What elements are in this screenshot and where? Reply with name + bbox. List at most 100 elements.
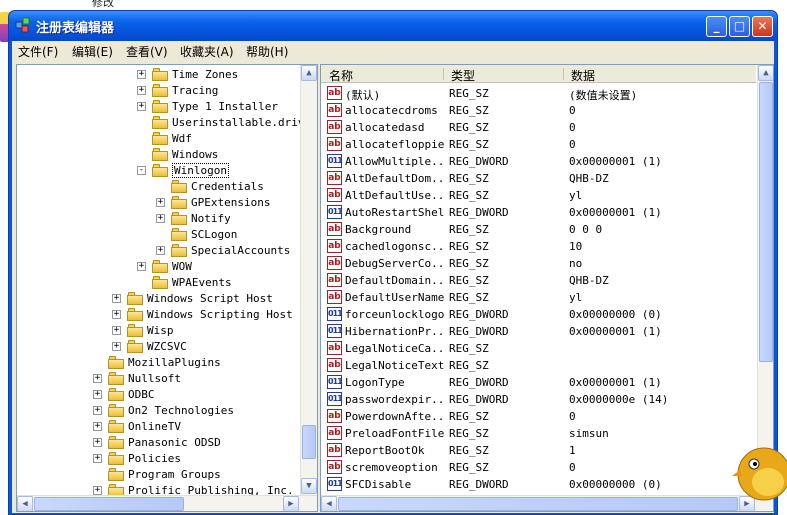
scroll-left-icon[interactable]: ◀ <box>17 496 33 511</box>
expand-icon[interactable]: + <box>93 486 102 495</box>
expand-icon[interactable]: + <box>93 454 102 463</box>
value-row[interactable]: ab LegalNoticeCa... REG_SZ <box>321 340 756 357</box>
expand-icon[interactable]: + <box>93 374 102 383</box>
expand-icon[interactable]: + <box>137 262 146 271</box>
value-row[interactable]: ab AltDefaultDom... REG_SZ QHB-DZ <box>321 170 756 187</box>
tree-item-label: On2 Technologies <box>128 404 234 417</box>
list-horizontal-scrollbar[interactable]: ◀ ▶ <box>321 495 773 511</box>
column-divider[interactable] <box>563 68 564 80</box>
column-header-data[interactable]: 数据 <box>571 67 595 84</box>
expand-icon[interactable]: + <box>137 86 146 95</box>
list-vertical-scrollbar[interactable]: ▲ ▼ <box>757 65 773 495</box>
expand-icon[interactable]: + <box>112 294 121 303</box>
reg-dword-icon: 011 <box>327 392 343 406</box>
expand-icon[interactable]: + <box>156 198 165 207</box>
expand-icon[interactable]: + <box>112 310 121 319</box>
scroll-up-icon[interactable]: ▲ <box>301 65 317 81</box>
expand-icon[interactable]: + <box>112 326 121 335</box>
expand-icon[interactable]: + <box>93 406 102 415</box>
value-row[interactable]: ab LegalNoticeText REG_SZ <box>321 357 756 374</box>
column-header-type[interactable]: 类型 <box>451 67 475 84</box>
folder-icon <box>152 148 168 161</box>
value-row[interactable]: 011 AutoRestartShell REG_DWORD 0x00000001 (… <box>321 204 756 221</box>
maximize-button[interactable]: □ <box>729 16 750 37</box>
reg-sz-icon: ab <box>327 103 342 117</box>
folder-icon <box>108 372 124 385</box>
folder-icon <box>127 308 143 321</box>
tree-item-label: Wdf <box>172 132 192 145</box>
expand-icon[interactable]: + <box>156 214 165 223</box>
scroll-left-icon[interactable]: ◀ <box>321 496 337 511</box>
value-row[interactable]: ab PowerdownAfte... REG_SZ 0 <box>321 408 756 425</box>
reg-dword-icon: 011 <box>327 154 343 168</box>
value-name: AltDefaultDom... <box>345 172 445 185</box>
value-data: 0 <box>569 410 576 423</box>
menu-favorites[interactable]: 收藏夹(A) <box>180 43 234 60</box>
menu-view[interactable]: 查看(V) <box>126 43 168 60</box>
value-row[interactable]: ab cachedlogonsc... REG_SZ 10 <box>321 238 756 255</box>
tree-hscroll-thumb[interactable] <box>34 497 184 511</box>
scroll-right-icon[interactable]: ▶ <box>283 496 299 511</box>
scroll-down-icon[interactable]: ▼ <box>301 478 317 494</box>
folder-icon <box>108 388 124 401</box>
expand-icon[interactable]: + <box>93 422 102 431</box>
folder-icon <box>171 244 187 257</box>
value-row[interactable]: 011 SFCDisable REG_DWORD 0x00000000 (0) <box>321 476 756 493</box>
value-row[interactable]: ab DefaultUserName REG_SZ yl <box>321 289 756 306</box>
folder-icon <box>152 276 168 289</box>
value-row[interactable]: 011 forceunlocklogon REG_DWORD 0x00000000 (… <box>321 306 756 323</box>
folder-icon <box>108 436 124 449</box>
value-row[interactable]: ab allocatecdroms REG_SZ 0 <box>321 102 756 119</box>
expand-icon[interactable]: + <box>156 246 165 255</box>
folder-icon <box>152 100 168 113</box>
scroll-up-icon[interactable]: ▲ <box>758 65 773 81</box>
value-type: REG_SZ <box>449 410 489 423</box>
value-row[interactable]: 011 HibernationPr... REG_DWORD 0x00000001 (… <box>321 323 756 340</box>
folder-icon <box>152 84 168 97</box>
menu-help[interactable]: 帮助(H) <box>246 43 288 60</box>
column-header-name[interactable]: 名称 <box>329 67 353 84</box>
value-row[interactable]: ab DefaultDomain... REG_SZ QHB-DZ <box>321 272 756 289</box>
collapse-icon[interactable]: - <box>137 166 146 175</box>
value-row[interactable]: ab Background REG_SZ 0 0 0 <box>321 221 756 238</box>
tree-scroll-thumb[interactable] <box>302 425 316 459</box>
expand-icon[interactable]: + <box>112 342 121 351</box>
reg-sz-icon: ab <box>327 188 342 202</box>
tree-horizontal-scrollbar[interactable]: ◀ ▶ <box>17 495 317 511</box>
value-row[interactable]: ab (默认) REG_SZ (数值未设置) <box>321 85 756 102</box>
value-row[interactable]: ab scremoveoption REG_SZ 0 <box>321 459 756 476</box>
value-row[interactable]: ab AltDefaultUse... REG_SZ yl <box>321 187 756 204</box>
expand-icon[interactable]: + <box>93 438 102 447</box>
value-type: REG_SZ <box>449 274 489 287</box>
expand-icon[interactable]: + <box>137 70 146 79</box>
menu-edit[interactable]: 编辑(E) <box>72 43 113 60</box>
tree-item-label: Notify <box>191 212 231 225</box>
list-scroll-thumb[interactable] <box>759 82 773 362</box>
list-hscroll-thumb[interactable] <box>338 497 738 511</box>
column-divider[interactable] <box>443 68 444 80</box>
folder-icon <box>108 420 124 433</box>
value-row[interactable]: 011 LogonType REG_DWORD 0x00000001 (1) <box>321 374 756 391</box>
expand-icon[interactable]: + <box>137 102 146 111</box>
value-row[interactable]: ab DebugServerCo... REG_SZ no <box>321 255 756 272</box>
value-data: 0x00000000 (0) <box>569 308 662 321</box>
menu-file[interactable]: 文件(F) <box>18 43 58 60</box>
value-row[interactable]: 011 AllowMultiple... REG_DWORD 0x00000001 (… <box>321 153 756 170</box>
title-bar[interactable]: 注册表编辑器 _ □ ✕ <box>9 11 777 41</box>
value-row[interactable]: ab allocatefloppies REG_SZ 0 <box>321 136 756 153</box>
expand-icon[interactable]: + <box>93 390 102 399</box>
value-list-pane[interactable]: 名称 类型 数据 ab (默认) REG_SZ (数值未设置) ab allocatecd… <box>320 64 774 512</box>
value-type: REG_DWORD <box>449 478 509 491</box>
value-row[interactable]: ab PreloadFontFile REG_SZ simsun <box>321 425 756 442</box>
value-name: allocatefloppies <box>345 138 445 151</box>
tree-vertical-scrollbar[interactable]: ▲ ▼ <box>300 65 317 495</box>
value-data: yl <box>569 291 583 304</box>
tree-item-label: Panasonic ODSD <box>128 436 221 449</box>
minimize-button[interactable]: _ <box>706 16 727 37</box>
value-row[interactable]: ab allocatedasd REG_SZ 0 <box>321 119 756 136</box>
key-tree-pane[interactable]: + Time Zones + Tracing + Type 1 Installer User… <box>16 64 318 512</box>
close-button[interactable]: ✕ <box>752 16 773 37</box>
value-row[interactable]: ab ReportBootOk REG_SZ 1 <box>321 442 756 459</box>
value-row[interactable]: 011 passwordexpir... REG_DWORD 0x0000000e (… <box>321 391 756 408</box>
value-name: PowerdownAfte... <box>345 410 445 423</box>
